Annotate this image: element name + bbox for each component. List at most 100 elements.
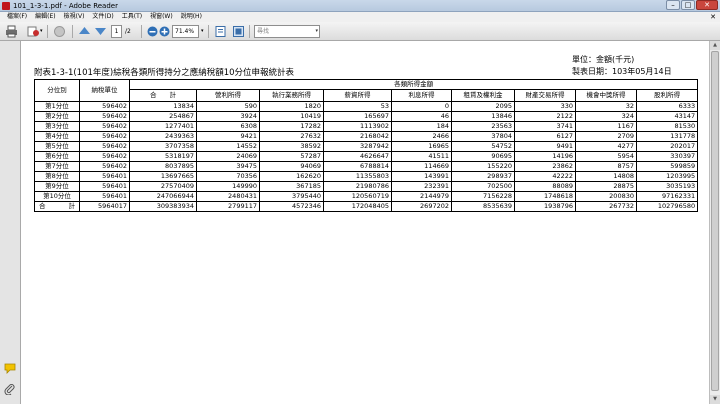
table-cell: 2697202 (391, 201, 452, 212)
table-cell: 3035193 (635, 181, 699, 192)
table-cell: 309383934 (129, 201, 197, 212)
close-window-button[interactable]: ✕ (696, 0, 718, 10)
table-cell: 267732 (575, 201, 637, 212)
table-cell: 81530 (635, 121, 699, 132)
table-row: 第5分位 596402 3707358 14552 38592 3287942 16965 5… (34, 141, 699, 152)
menu-help[interactable]: 說明(H) (177, 12, 206, 22)
table-cell: 330397 (635, 151, 699, 162)
column-header-business: 營利所得 (196, 89, 260, 102)
table-cell: 102796580 (635, 201, 699, 212)
column-header-rent-royalty: 租賃及權利金 (451, 89, 515, 102)
table-cell: 10419 (259, 111, 324, 122)
maximize-button[interactable]: □ (681, 0, 695, 10)
table-cell: 2466 (391, 131, 452, 142)
menu-view[interactable]: 檢視(V) (60, 12, 89, 22)
table-row: 第4分位 596402 2439363 9421 27632 2168042 2466 378… (34, 131, 699, 142)
scroll-down-icon[interactable]: ▼ (710, 395, 720, 404)
search-input[interactable]: 尋找 ▾ (254, 25, 320, 38)
chevron-down-icon[interactable]: ▾ (201, 25, 204, 38)
menu-file[interactable]: 檔案(F) (3, 12, 31, 22)
table-cell: 24069 (196, 151, 260, 162)
row-label: 第2分位 (34, 111, 80, 122)
row-label: 第9分位 (34, 181, 80, 192)
next-page-icon[interactable] (94, 25, 107, 38)
table-cell: 2144979 (391, 191, 452, 202)
print-icon[interactable] (5, 25, 18, 38)
table-cell: 247066944 (129, 191, 197, 202)
column-header-dividend: 股利所得 (635, 89, 699, 102)
fit-page-icon[interactable] (214, 25, 227, 38)
column-header-taxpayers: 納稅單位 (79, 79, 130, 102)
window-title: 101_1-3-1.pdf - Adobe Reader (13, 2, 118, 10)
table-cell: 2439363 (129, 131, 197, 142)
table-cell: 5954 (575, 151, 637, 162)
table-cell: 7156228 (451, 191, 515, 202)
minimize-button[interactable]: – (666, 0, 680, 10)
vertical-scrollbar[interactable]: ▲ ▼ (709, 41, 720, 404)
chevron-down-icon[interactable]: ▾ (40, 25, 43, 38)
table-cell: 8757 (575, 161, 637, 172)
zoom-level-input[interactable]: 71.4% (172, 25, 199, 38)
column-header-total: 合 計 (129, 89, 197, 102)
table-cell: 3795440 (259, 191, 324, 202)
zoom-in-icon[interactable] (158, 25, 171, 38)
menu-document[interactable]: 文件(D) (88, 12, 117, 22)
table-cell: 21980786 (323, 181, 392, 192)
table-cell: 3924 (196, 111, 260, 122)
table-cell: 1113902 (323, 121, 392, 132)
scrollbar-thumb[interactable] (711, 51, 719, 391)
chevron-down-icon[interactable]: ▾ (315, 26, 318, 37)
table-cell: 16965 (391, 141, 452, 152)
table-cell: 232391 (391, 181, 452, 192)
column-header-decile: 分位別 (34, 79, 80, 102)
table-cell: 42222 (514, 171, 576, 182)
table-cell: 0 (391, 101, 452, 112)
table-cell: 1203995 (635, 171, 699, 182)
table-cell: 27632 (259, 131, 324, 142)
page-number-input[interactable]: 1 (111, 25, 122, 38)
column-group-header: 各類所得金額 (128, 79, 699, 90)
table-cell: 2095 (451, 101, 515, 112)
table-cell: 70356 (196, 171, 260, 182)
table-cell: 53 (323, 101, 392, 112)
navigation-panel (0, 41, 21, 404)
menu-edit[interactable]: 編輯(E) (31, 12, 59, 22)
table-cell: 6308 (196, 121, 260, 132)
row-label: 第6分位 (34, 151, 80, 162)
window-titlebar: 101_1-3-1.pdf - Adobe Reader – □ ✕ (0, 0, 720, 12)
table-cell: 114669 (391, 161, 452, 172)
menu-tools[interactable]: 工具(T) (118, 12, 146, 22)
row-label: 第3分位 (34, 121, 80, 132)
table-cell: 131778 (635, 131, 699, 142)
table-cell: 596402 (79, 151, 130, 162)
income-decile-table: 分位別 納稅單位 各類所得金額 合 計 營利所得 執行業務所得 薪資所得 利息所… (34, 79, 699, 212)
previous-page-icon[interactable] (78, 25, 91, 38)
toolbar: ▾ 1 /2 71.4% ▾ 尋找 ▾ (0, 22, 720, 41)
table-cell: 298937 (451, 171, 515, 182)
search-placeholder: 尋找 (257, 28, 270, 35)
toolbar-separator (47, 25, 48, 38)
full-screen-icon[interactable] (232, 25, 245, 38)
table-cell: 3287942 (323, 141, 392, 152)
table-cell: 143991 (391, 171, 452, 182)
menu-window[interactable]: 視窗(W) (146, 12, 177, 22)
row-label: 第4分位 (34, 131, 80, 142)
table-cell: 17282 (259, 121, 324, 132)
table-cell: 9421 (196, 131, 260, 142)
table-cell: 184 (391, 121, 452, 132)
table-cell: 596402 (79, 121, 130, 132)
table-cell: 6127 (514, 131, 576, 142)
comment-icon[interactable] (4, 363, 16, 374)
toolbar-separator (249, 25, 250, 38)
table-cell: 4572346 (259, 201, 324, 212)
close-document-button[interactable]: ✕ (710, 12, 716, 22)
share-icon[interactable] (53, 25, 66, 38)
table-row: 第1分位 596402 13834 590 1820 53 0 2095 330 32 6333 (34, 101, 699, 112)
table-cell: 38592 (259, 141, 324, 152)
scroll-up-icon[interactable]: ▲ (710, 41, 720, 50)
collaborate-icon[interactable] (27, 25, 40, 38)
table-cell: 2709 (575, 131, 637, 142)
table-row: 第10分位 596401 247066944 2480431 3795440 120560… (34, 191, 699, 202)
attachment-icon[interactable] (4, 384, 16, 395)
table-cell: 324 (575, 111, 637, 122)
